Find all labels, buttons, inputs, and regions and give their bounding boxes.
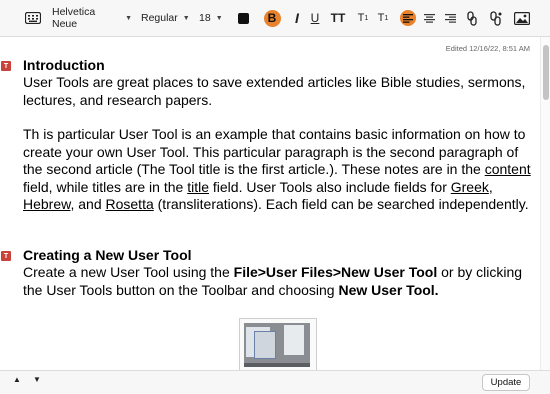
content-field-link: content xyxy=(484,161,531,177)
screenshot-thumbnail[interactable] xyxy=(239,318,317,370)
bottom-bar: ▲ ▼ Update xyxy=(0,370,550,394)
chevron-down-icon: ▼ xyxy=(215,14,223,22)
align-right-button[interactable] xyxy=(442,0,458,36)
insert-image-icon[interactable] xyxy=(513,0,531,36)
font-size-select[interactable]: 18 ▼ xyxy=(199,0,223,36)
chevron-down-icon: ▼ xyxy=(125,14,132,22)
paragraph: User Tools are great places to save exte… xyxy=(23,74,526,108)
paragraph: Create a new User Tool using the File>Us… xyxy=(23,264,523,298)
font-style-value: Regular xyxy=(141,12,178,24)
keyboard-icon[interactable] xyxy=(24,0,42,36)
bold-button[interactable]: B xyxy=(263,0,281,36)
align-right-icon xyxy=(444,13,456,23)
title-field-link: title xyxy=(187,178,209,195)
hebrew-field-link: Hebrew xyxy=(23,196,71,212)
bold-label: B xyxy=(263,9,281,27)
link-icon[interactable] xyxy=(465,0,479,36)
subscript-button[interactable]: T1 xyxy=(376,0,390,36)
font-family-value: Helvetica Neue xyxy=(52,6,96,30)
subscript-label: T xyxy=(377,12,385,24)
section-heading: Introduction xyxy=(23,57,105,73)
text-transform-button[interactable]: TT xyxy=(329,0,347,36)
text-transform-label: TT xyxy=(330,11,346,25)
font-style-select[interactable]: Regular ▼ xyxy=(141,0,190,36)
section-heading: Creating a New User Tool xyxy=(23,247,192,263)
arrow-up-icon[interactable]: ▲ xyxy=(13,375,21,384)
align-left-button[interactable] xyxy=(400,0,416,36)
paragraph: Th is particular User Tool is an example… xyxy=(23,126,531,212)
arrow-down-icon[interactable]: ▼ xyxy=(33,375,41,384)
topic-marker-icon: T xyxy=(1,61,11,71)
verse-link-icon[interactable] xyxy=(489,0,503,36)
italic-label: I xyxy=(295,10,299,26)
scrollbar-thumb[interactable] xyxy=(543,45,549,100)
align-center-icon xyxy=(423,13,435,23)
topic-marker-icon: T xyxy=(1,251,11,261)
align-center-button[interactable] xyxy=(421,0,437,36)
superscript-label: T xyxy=(357,12,365,24)
underline-button[interactable]: U xyxy=(308,0,322,36)
align-left-icon xyxy=(400,10,416,26)
italic-button[interactable]: I xyxy=(290,0,304,36)
vertical-scrollbar[interactable] xyxy=(540,37,550,370)
underline-label: U xyxy=(310,11,320,25)
format-toolbar: Helvetica Neue ▼ Regular ▼ 18 ▼ B I U TT… xyxy=(0,0,550,37)
font-size-value: 18 xyxy=(199,12,211,24)
font-family-select[interactable]: Helvetica Neue ▼ xyxy=(52,0,132,36)
greek-field-link: Greek xyxy=(450,178,489,195)
superscript-button[interactable]: T1 xyxy=(356,0,370,36)
chevron-down-icon: ▼ xyxy=(182,14,190,22)
document-content[interactable]: Edited 12/16/22, 8:51 AM T Introduction … xyxy=(0,37,540,370)
text-color-well[interactable] xyxy=(236,0,250,36)
update-button[interactable]: Update xyxy=(482,374,530,391)
rosetta-field-link: Rosetta xyxy=(105,196,154,212)
edited-timestamp: Edited 12/16/22, 8:51 AM xyxy=(445,44,530,53)
